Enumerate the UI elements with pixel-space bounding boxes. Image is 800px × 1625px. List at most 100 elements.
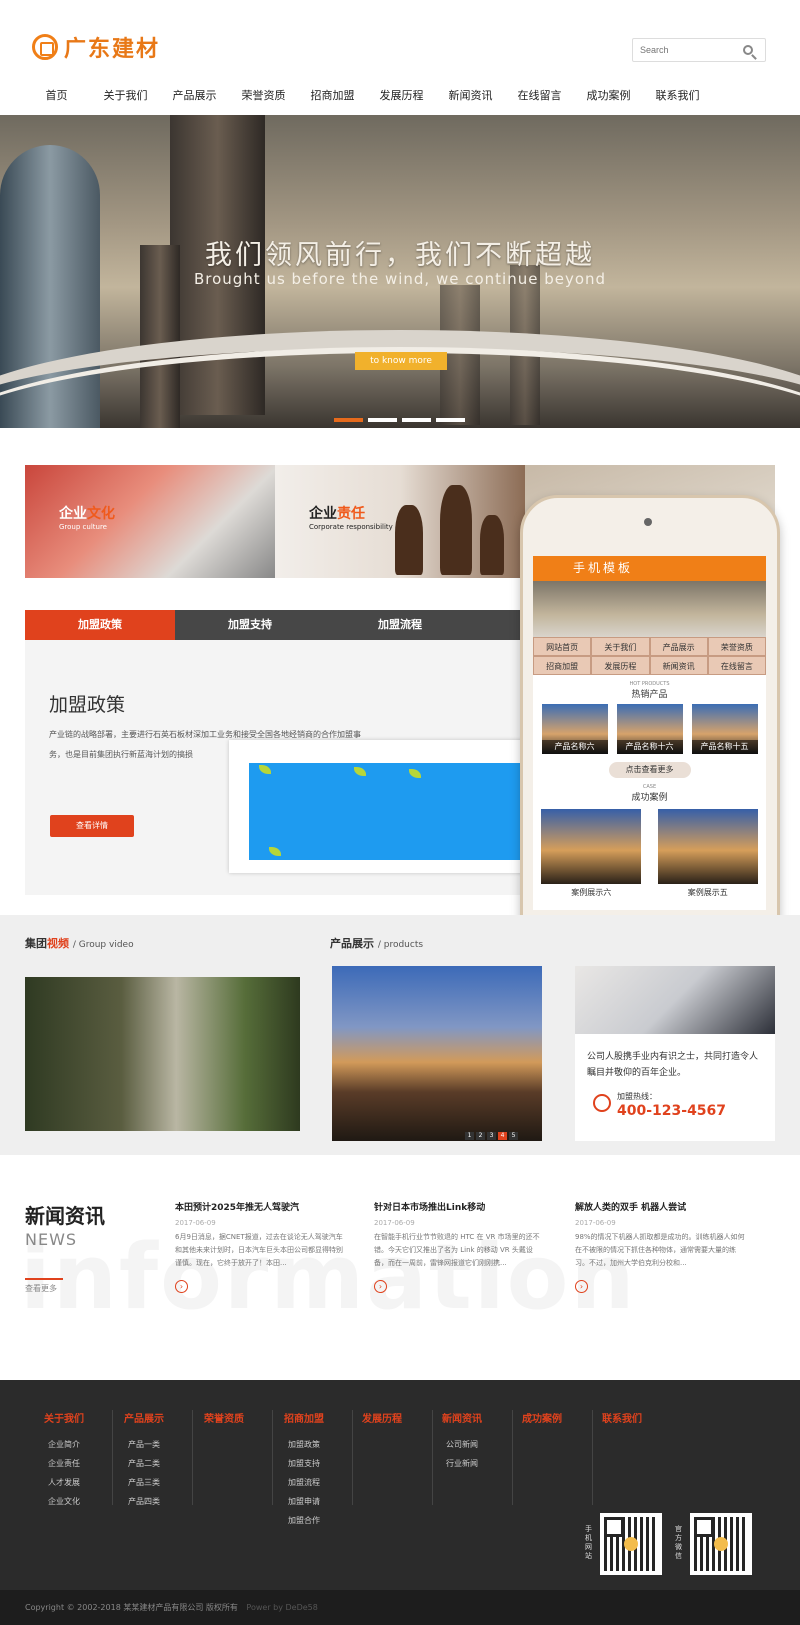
- arrow-right-icon[interactable]: ›: [374, 1280, 387, 1293]
- culture-card[interactable]: 企业文化 Group culture: [25, 465, 275, 578]
- news-item-title[interactable]: 本田预计2025年推无人驾驶汽: [175, 1200, 345, 1213]
- phone-menu-item[interactable]: 新闻资讯: [649, 656, 708, 675]
- products-heading: 产品展示 / products: [330, 937, 424, 950]
- nav-item-about[interactable]: 关于我们: [91, 82, 160, 110]
- arrow-right-icon[interactable]: ›: [575, 1280, 588, 1293]
- footer-link[interactable]: 公司新闻: [442, 1435, 522, 1454]
- site-logo[interactable]: 广东建材: [32, 30, 182, 64]
- phone-menu-item[interactable]: 关于我们: [591, 637, 650, 656]
- slider-dot[interactable]: [436, 418, 465, 422]
- footer-divider: [512, 1410, 513, 1505]
- slider-dot[interactable]: [402, 418, 431, 422]
- phone-screen: 手机模板 网站首页 关于我们 产品展示 荣誉资质 招商加盟 发展历程 新闻资讯 …: [533, 556, 766, 910]
- card-subtitle: Group culture: [59, 523, 107, 531]
- nav-item-history[interactable]: 发展历程: [367, 82, 436, 110]
- news-item-title[interactable]: 解放人类的双手 机器人尝试: [575, 1200, 745, 1213]
- phone-menu-item[interactable]: 在线留言: [707, 656, 766, 675]
- phone-menu-item[interactable]: 网站首页: [533, 637, 592, 656]
- pager-dot[interactable]: 4: [498, 1132, 507, 1140]
- tab-process[interactable]: 加盟流程: [325, 610, 475, 640]
- camera-icon: [644, 518, 652, 526]
- phone-menu-item[interactable]: 产品展示: [649, 637, 708, 656]
- qr-code-icon: [604, 1517, 658, 1571]
- news-item-date: 2017-06-09: [175, 1219, 216, 1227]
- news-item-title[interactable]: 针对日本市场推出Link移动: [374, 1200, 544, 1213]
- phone-case-image[interactable]: [541, 809, 642, 884]
- phone-more-button[interactable]: 点击查看更多: [608, 762, 691, 778]
- footer-column-heading[interactable]: 成功案例: [522, 1410, 602, 1425]
- tab-support[interactable]: 加盟支持: [175, 610, 325, 640]
- news-item-date: 2017-06-09: [374, 1219, 415, 1227]
- join-text: 公司人股携手业内有识之士，共同打造令人瞩目并敬仰的百年企业。: [587, 1052, 759, 1078]
- news-more-link[interactable]: 查看更多: [25, 1283, 57, 1294]
- news-item[interactable]: 解放人类的双手 机器人尝试 2017-06-09 98%的情况下机器人抓取都是成…: [575, 1200, 745, 1293]
- qr-code-icon: [694, 1517, 748, 1571]
- banner-subtitle: Brought us before the wind, we continue …: [193, 270, 607, 288]
- product-pager: 1 2 3 4 5: [465, 1132, 518, 1140]
- news-title-en: NEWS: [25, 1230, 78, 1249]
- slider-dots: [334, 418, 469, 423]
- leaf-icon: [409, 769, 421, 778]
- search-icon[interactable]: [743, 45, 753, 55]
- tab-policy[interactable]: 加盟政策: [25, 610, 175, 646]
- news-item[interactable]: 针对日本市场推出Link移动 2017-06-09 在智能手机行业节节败退的 H…: [374, 1200, 544, 1293]
- phone-menu-item[interactable]: 招商加盟: [533, 656, 592, 675]
- footer-column-heading[interactable]: 发展历程: [362, 1410, 442, 1425]
- nav-item-cases[interactable]: 成功案例: [574, 82, 643, 110]
- copyright-text: Copyright © 2002-2018 某某建材产品有限公司 版权所有: [25, 1603, 238, 1612]
- phone-product[interactable]: 产品名称六: [541, 704, 608, 754]
- phone-hot-heading: HOT PRODUCTS 热销产品: [629, 681, 670, 700]
- nav-item-honors[interactable]: 荣誉资质: [229, 82, 298, 110]
- qr-code-wechat: [690, 1513, 752, 1575]
- phone-menu-item[interactable]: 荣誉资质: [707, 637, 766, 656]
- nav-item-products[interactable]: 产品展示: [160, 82, 229, 110]
- footer-column-heading[interactable]: 新闻资讯: [442, 1410, 522, 1425]
- arrow-right-icon[interactable]: ›: [175, 1280, 188, 1293]
- footer-divider: [192, 1410, 193, 1505]
- slider-dot[interactable]: [368, 418, 397, 422]
- news-item-date: 2017-06-09: [575, 1219, 616, 1227]
- pager-dot[interactable]: 3: [487, 1132, 496, 1140]
- slider-dot[interactable]: [334, 418, 363, 422]
- phone-product[interactable]: 产品名称十六: [616, 704, 683, 754]
- phone-product[interactable]: 产品名称十五: [691, 704, 758, 754]
- footer-link[interactable]: 行业新闻: [442, 1454, 522, 1473]
- footer-column: 联系我们: [602, 1410, 682, 1435]
- phone-case-image[interactable]: [657, 809, 758, 884]
- banner-button[interactable]: to know more: [355, 352, 447, 370]
- footer-link[interactable]: 加盟合作: [284, 1511, 364, 1530]
- search-box[interactable]: [632, 38, 766, 62]
- product-slide-image[interactable]: [332, 966, 542, 1141]
- nav-item-news[interactable]: 新闻资讯: [436, 82, 505, 110]
- footer-column: 发展历程: [362, 1410, 442, 1435]
- logo-icon: [32, 34, 58, 60]
- footer-divider: [352, 1410, 353, 1505]
- chess-piece-image: [480, 515, 504, 575]
- pager-dot[interactable]: 5: [509, 1132, 518, 1140]
- powered-by[interactable]: Power by DeDe58: [246, 1603, 317, 1612]
- nav-item-message[interactable]: 在线留言: [505, 82, 574, 110]
- copyright-bar: Copyright © 2002-2018 某某建材产品有限公司 版权所有 Po…: [0, 1590, 800, 1625]
- footer-divider: [272, 1410, 273, 1505]
- nav-item-contact[interactable]: 联系我们: [643, 82, 712, 110]
- nav-item-join[interactable]: 招商加盟: [298, 82, 367, 110]
- group-video[interactable]: [25, 977, 300, 1131]
- view-details-button[interactable]: 查看详情: [50, 815, 134, 837]
- ad-image: [249, 763, 549, 860]
- nav-item-home[interactable]: 首页: [22, 82, 91, 110]
- phone-menu-item[interactable]: 发展历程: [591, 656, 650, 675]
- phone-title: 手机模板: [533, 556, 766, 581]
- responsibility-card[interactable]: 企业责任 Corporate responsibility: [275, 465, 525, 578]
- hotline-number: 400-123-4567: [617, 1103, 727, 1119]
- card-title: 企业责任: [309, 506, 365, 522]
- pager-dot[interactable]: 1: [465, 1132, 474, 1140]
- footer-column: 成功案例: [522, 1410, 602, 1435]
- divider: [25, 1278, 63, 1280]
- search-input[interactable]: [633, 39, 741, 61]
- chess-piece-image: [395, 505, 423, 575]
- floating-ad[interactable]: [229, 740, 564, 873]
- news-item[interactable]: 本田预计2025年推无人驾驶汽 2017-06-09 6月9日消息，据CNET报…: [175, 1200, 345, 1293]
- footer-column-heading[interactable]: 联系我们: [602, 1410, 682, 1425]
- pager-dot[interactable]: 2: [476, 1132, 485, 1140]
- card-subtitle: Corporate responsibility: [309, 523, 393, 531]
